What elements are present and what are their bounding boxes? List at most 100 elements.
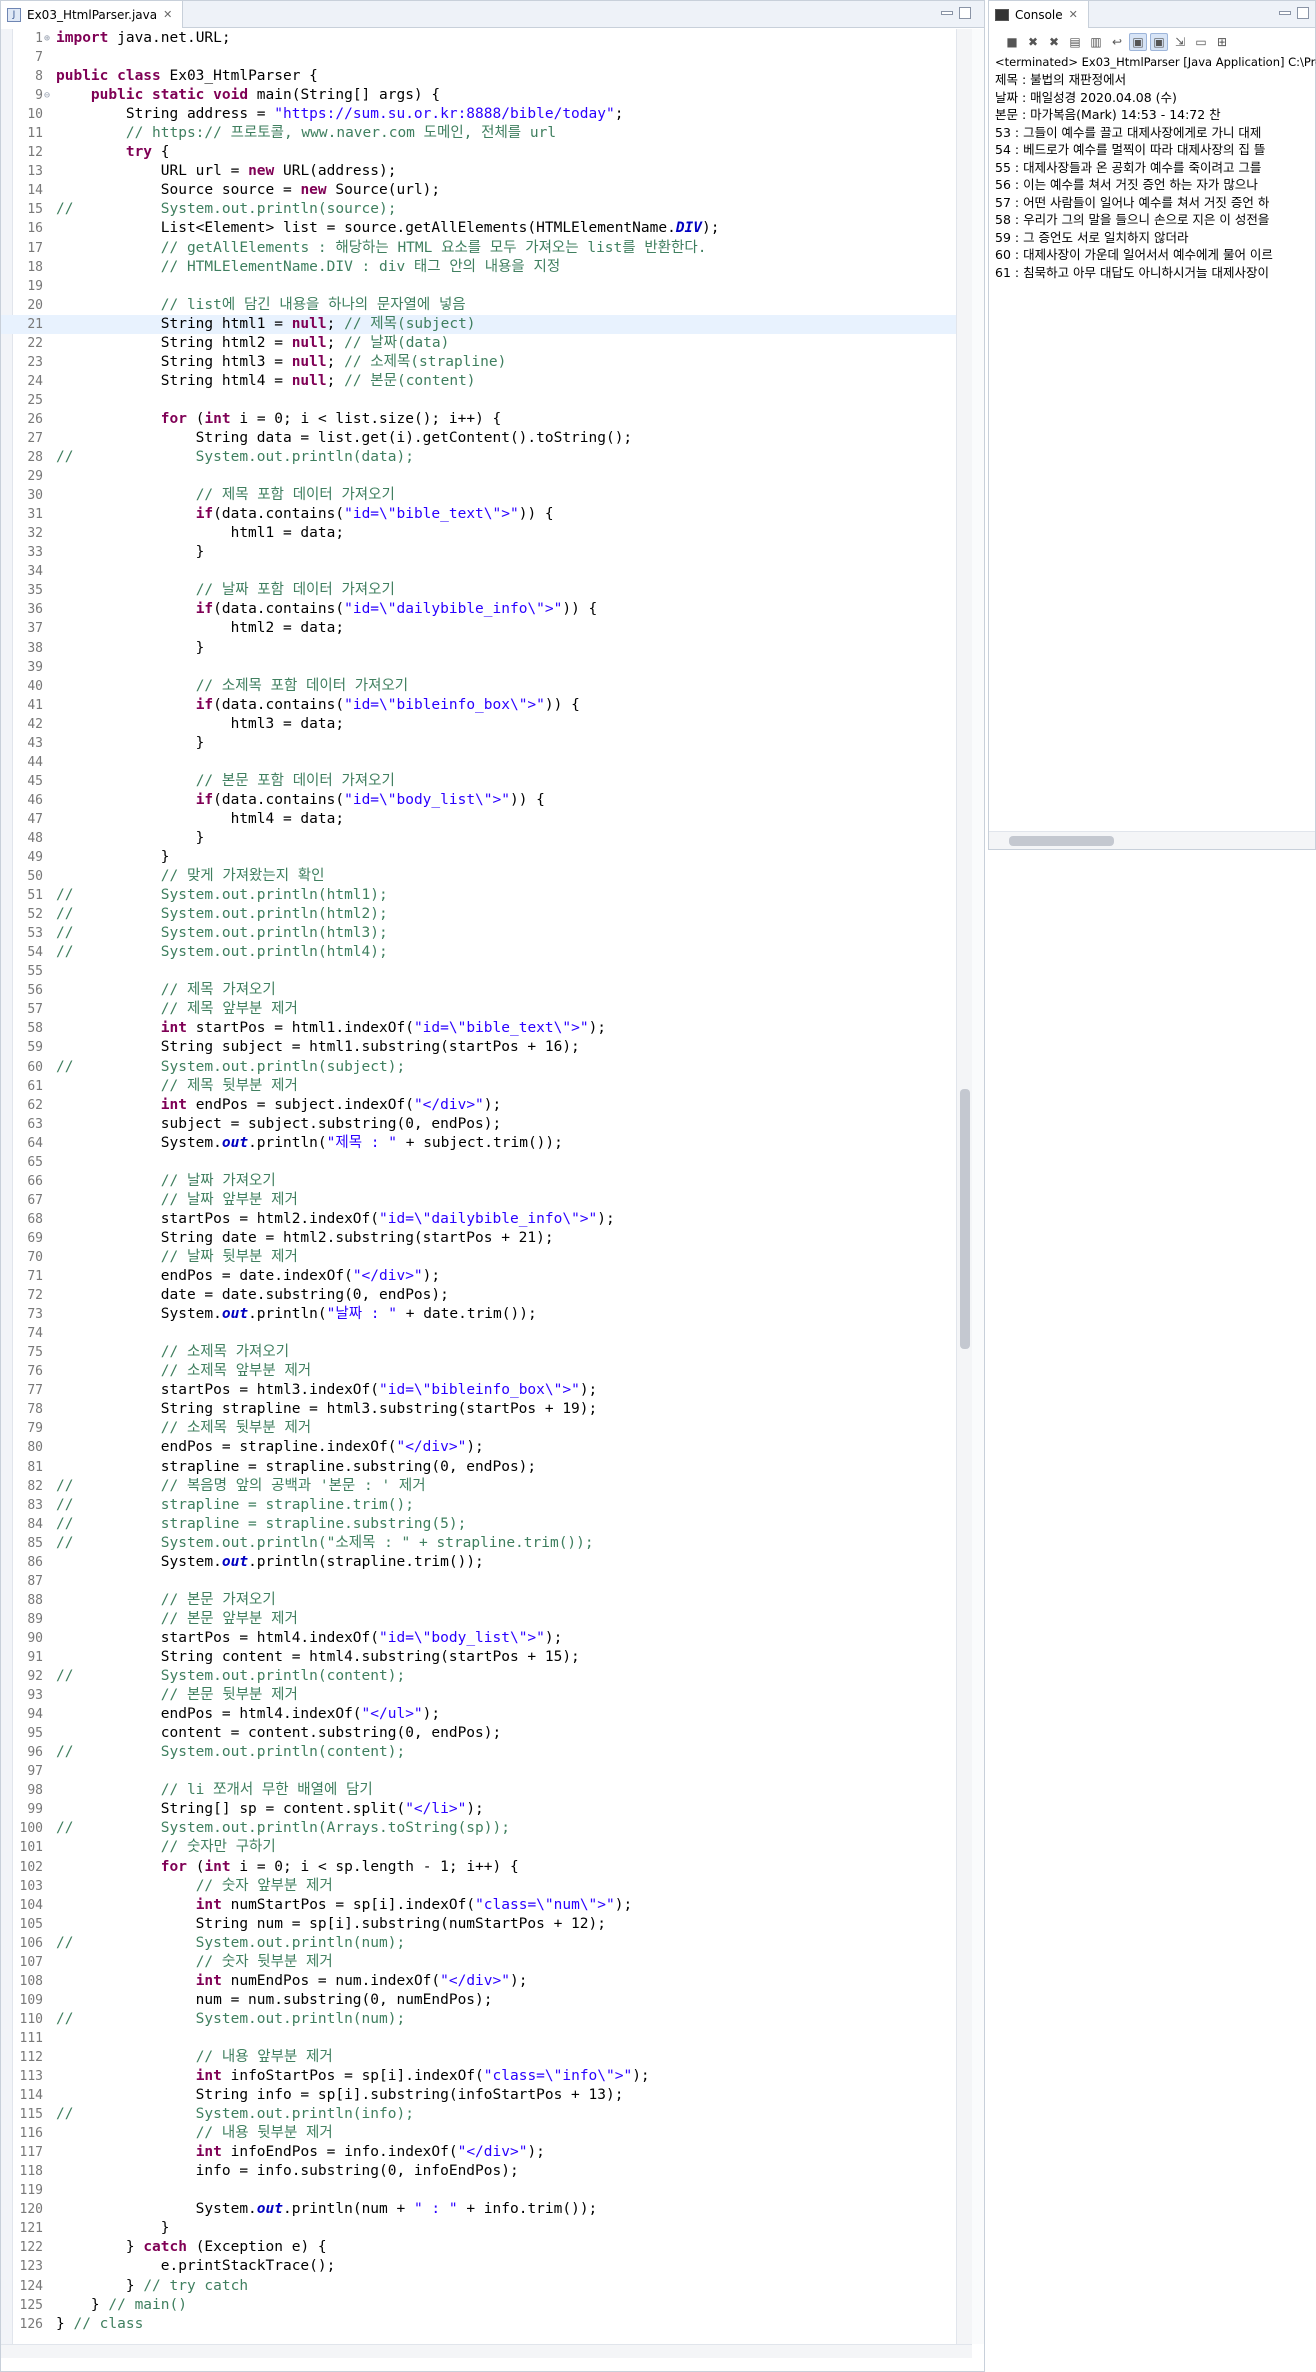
code-line[interactable]: 1 ⊕ import java.net.URL;: [1, 29, 956, 48]
code-line[interactable]: 86 System.out.println(strapline.trim());: [1, 1553, 956, 1572]
code-line[interactable]: 24 String html4 = null; // 본문(content): [1, 372, 956, 391]
collapse-fold-icon[interactable]: ⊖: [44, 86, 50, 105]
code-line[interactable]: 7: [1, 48, 956, 67]
code-line[interactable]: 116 // 내용 뒷부분 제거: [1, 2124, 956, 2143]
vertical-scrollbar[interactable]: [956, 29, 972, 2344]
expand-fold-icon[interactable]: ⊕: [44, 29, 50, 48]
code-line[interactable]: 112 // 내용 앞부분 제거: [1, 2048, 956, 2067]
code-line[interactable]: 74: [1, 1324, 956, 1343]
code-line[interactable]: 23 String html3 = null; // 소제목(strapline…: [1, 353, 956, 372]
code-line[interactable]: 64 System.out.println("제목 : " + subject.…: [1, 1134, 956, 1153]
code-line[interactable]: 60 // System.out.println(subject);: [1, 1058, 956, 1077]
code-line[interactable]: 19: [1, 277, 956, 296]
code-line[interactable]: 11 // https:// 프로토콜, www.naver.com 도메인, …: [1, 124, 956, 143]
pin-console-icon[interactable]: ⇲: [1171, 33, 1189, 51]
code-line[interactable]: 124 } // try catch: [1, 2277, 956, 2296]
code-line[interactable]: 95 content = content.substring(0, endPos…: [1, 1724, 956, 1743]
code-line[interactable]: 105 String num = sp[i].substring(numStar…: [1, 1915, 956, 1934]
code-line[interactable]: 8 public class Ex03_HtmlParser {: [1, 67, 956, 86]
close-icon[interactable]: ✕: [163, 8, 172, 21]
minimize-icon[interactable]: [941, 11, 953, 15]
code-line[interactable]: 125 } // main(): [1, 2296, 956, 2315]
code-line[interactable]: 66 // 날짜 가져오기: [1, 1172, 956, 1191]
code-line[interactable]: 12 try {: [1, 143, 956, 162]
code-line[interactable]: 72 date = date.substring(0, endPos);: [1, 1286, 956, 1305]
code-line[interactable]: 111: [1, 2029, 956, 2048]
minimize-icon[interactable]: [1279, 11, 1291, 15]
terminate-icon[interactable]: ■: [1003, 33, 1021, 51]
code-line[interactable]: 115 // System.out.println(info);: [1, 2105, 956, 2124]
maximize-icon[interactable]: [1297, 7, 1309, 19]
code-line[interactable]: 91 String content = html4.substring(star…: [1, 1648, 956, 1667]
code-line[interactable]: 34: [1, 562, 956, 581]
code-line[interactable]: 71 endPos = date.indexOf("</div>");: [1, 1267, 956, 1286]
code-line[interactable]: 30 // 제목 포함 데이터 가져오기: [1, 486, 956, 505]
code-line[interactable]: 38 }: [1, 639, 956, 658]
code-line[interactable]: 93 // 본문 뒷부분 제거: [1, 1686, 956, 1705]
code-line[interactable]: 85 // System.out.println("소제목 : " + strap…: [1, 1534, 956, 1553]
code-line[interactable]: 36 if(data.contains("id=\"dailybible_inf…: [1, 600, 956, 619]
code-line[interactable]: 81 strapline = strapline.substring(0, en…: [1, 1458, 956, 1477]
code-line[interactable]: 56 // 제목 가져오기: [1, 981, 956, 1000]
code-line[interactable]: 26 for (int i = 0; i < list.size(); i++)…: [1, 410, 956, 429]
code-line[interactable]: 61 // 제목 뒷부분 제거: [1, 1077, 956, 1096]
code-line[interactable]: 118 info = info.substring(0, infoEndPos)…: [1, 2162, 956, 2181]
code-line[interactable]: 117 int infoEndPos = info.indexOf("</div…: [1, 2143, 956, 2162]
code-line[interactable]: 99 String[] sp = content.split("</li>");: [1, 1800, 956, 1819]
code-line[interactable]: 101 // 숫자만 구하기: [1, 1838, 956, 1857]
remove-launch-icon[interactable]: ✖: [1024, 33, 1042, 51]
code-line[interactable]: 79 // 소제목 뒷부분 제거: [1, 1419, 956, 1438]
code-editor[interactable]: 1 ⊕ import java.net.URL; 7 8 public class Ex0…: [1, 29, 956, 2344]
code-line[interactable]: 120 System.out.println(num + " : " + inf…: [1, 2200, 956, 2219]
code-line[interactable]: 110 // System.out.println(num);: [1, 2010, 956, 2029]
code-line[interactable]: 47 html4 = data;: [1, 810, 956, 829]
code-line[interactable]: 48 }: [1, 829, 956, 848]
code-line[interactable]: 17 // getAllElements : 해당하는 HTML 요소를 모두 …: [1, 239, 956, 258]
code-line[interactable]: 59 String subject = html1.substring(star…: [1, 1038, 956, 1057]
code-line[interactable]: 92 // System.out.println(content);: [1, 1667, 956, 1686]
word-wrap-icon[interactable]: ↩: [1108, 33, 1126, 51]
code-line[interactable]: 43 }: [1, 734, 956, 753]
console-horizontal-scrollbar[interactable]: [989, 831, 1315, 849]
code-line[interactable]: 122 } catch (Exception e) {: [1, 2238, 956, 2257]
code-line[interactable]: 75 // 소제목 가져오기: [1, 1343, 956, 1362]
code-line[interactable]: 62 int endPos = subject.indexOf("</div>"…: [1, 1096, 956, 1115]
code-line[interactable]: 80 endPos = strapline.indexOf("</div>");: [1, 1438, 956, 1457]
scrollbar-thumb[interactable]: [1009, 836, 1114, 846]
code-line[interactable]: 33 }: [1, 543, 956, 562]
code-line[interactable]: 22 String html2 = null; // 날짜(data): [1, 334, 956, 353]
code-line[interactable]: 31 if(data.contains("id=\"bible_text\">"…: [1, 505, 956, 524]
horizontal-scrollbar[interactable]: [1, 2344, 972, 2358]
remove-all-icon[interactable]: ✖: [1045, 33, 1063, 51]
console-output[interactable]: 제목 : 불법의 재판정에서 날짜 : 매일성경 2020.04.08 (수) 본문…: [995, 71, 1311, 826]
code-line[interactable]: 67 // 날짜 앞부분 제거: [1, 1191, 956, 1210]
code-line[interactable]: 102 for (int i = 0; i < sp.length - 1; i…: [1, 1858, 956, 1877]
display-console-icon[interactable]: ▭: [1192, 33, 1210, 51]
code-line[interactable]: 126} // class: [1, 2315, 956, 2334]
code-line[interactable]: 51 // System.out.println(html1);: [1, 886, 956, 905]
open-console-icon[interactable]: ⊞: [1213, 33, 1231, 51]
code-line[interactable]: 41 if(data.contains("id=\"bibleinfo_box\…: [1, 696, 956, 715]
show-on-stdout-icon[interactable]: ▣: [1129, 33, 1147, 51]
editor-tab[interactable]: J Ex03_HtmlParser.java ✕: [1, 1, 184, 28]
code-line[interactable]: 76 // 소제목 앞부분 제거: [1, 1362, 956, 1381]
code-line[interactable]: 55: [1, 962, 956, 981]
code-line[interactable]: 21 String html1 = null; // 제목(subject): [1, 314, 956, 334]
code-line[interactable]: 82 // // 복음명 앞의 공백과 '본문 : ' 제거: [1, 1477, 956, 1496]
code-line[interactable]: 20 // list에 담긴 내용을 하나의 문자열에 넣음: [1, 296, 956, 315]
close-icon[interactable]: ✕: [1069, 8, 1078, 21]
code-line[interactable]: 94 endPos = html4.indexOf("</ul>");: [1, 1705, 956, 1724]
code-line[interactable]: 84 // strapline = strapline.substring(5);: [1, 1515, 956, 1534]
code-line[interactable]: 73 System.out.println("날짜 : " + date.tri…: [1, 1305, 956, 1324]
code-line[interactable]: 109 num = num.substring(0, numEndPos);: [1, 1991, 956, 2010]
code-line[interactable]: 78 String strapline = html3.substring(st…: [1, 1400, 956, 1419]
code-line[interactable]: 50 // 맞게 가져왔는지 확인: [1, 867, 956, 886]
scroll-lock-icon[interactable]: ▥: [1087, 33, 1105, 51]
code-line[interactable]: 53 // System.out.println(html3);: [1, 924, 956, 943]
code-line[interactable]: 63 subject = subject.substring(0, endPos…: [1, 1115, 956, 1134]
code-line[interactable]: 37 html2 = data;: [1, 619, 956, 638]
code-line[interactable]: 52 // System.out.println(html2);: [1, 905, 956, 924]
code-line[interactable]: 54 // System.out.println(html4);: [1, 943, 956, 962]
code-line[interactable]: 69 String date = html2.substring(startPo…: [1, 1229, 956, 1248]
code-line[interactable]: 39: [1, 658, 956, 677]
